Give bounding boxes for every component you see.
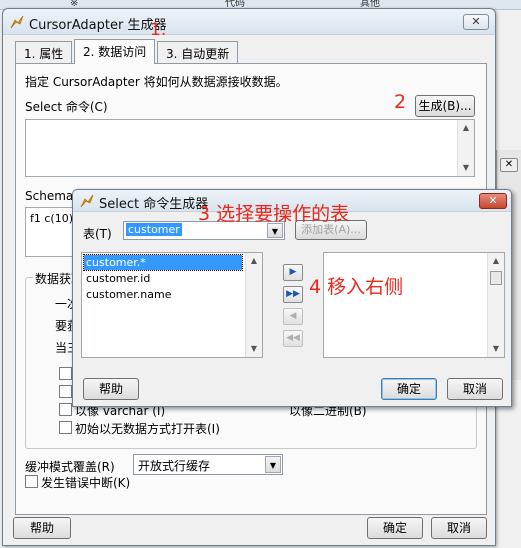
annotation-step-1: 1. (150, 20, 167, 40)
close-icon[interactable]: ✕ (463, 14, 489, 30)
field-listbox[interactable]: customer.* customer.id customer.name ▲ ▼ (81, 252, 263, 358)
tab-label: 1. 属性 (24, 47, 64, 61)
table-select-value: customer (126, 223, 182, 236)
schema-label: Schema (25, 189, 74, 203)
dialog-close-icon[interactable]: ✕ (479, 193, 507, 209)
list-item[interactable]: customer.id (84, 271, 150, 286)
tab-data-access[interactable]: 2. 数据访问 (74, 39, 156, 64)
annotation-step-3: 3 选择要操作的表 (198, 203, 350, 225)
scroll-up-icon[interactable]: ▲ (246, 253, 262, 269)
buffer-mode-value: 开放式行缓存 (138, 459, 211, 473)
dialog-title: Select 命令生成器 (99, 197, 209, 212)
table-label: 表(T) (83, 227, 112, 241)
schema-value: f1 c(10) (30, 212, 73, 225)
tab-label: 2. 数据访问 (83, 45, 147, 59)
buffer-mode-select[interactable]: 开放式行缓存 ▼ (133, 454, 283, 475)
move-right-button[interactable]: ▶ (283, 264, 303, 281)
tab-label: 3. 自动更新 (166, 47, 230, 61)
build-button[interactable]: 生成(B)... (415, 95, 475, 117)
scroll-up-icon[interactable]: ▲ (458, 120, 474, 136)
annotation-step-4: 4 移入右侧 (309, 276, 404, 298)
list-item[interactable]: customer.* (83, 254, 243, 271)
vertical-scrollbar[interactable]: ▲ ▼ (245, 253, 262, 357)
window-title: CursorAdapter 生成器 (29, 18, 167, 33)
scroll-thumb[interactable] (490, 271, 502, 285)
varchar-checkbox[interactable] (59, 403, 72, 416)
scroll-down-icon[interactable]: ▼ (458, 160, 474, 176)
title-bar: CursorAdapter 生成器 ✕ (3, 9, 495, 35)
instruction-text: 指定 CursorAdapter 将如何从数据源接收数据。 (25, 75, 288, 89)
help-button[interactable]: 帮助 (13, 517, 71, 539)
chevron-down-icon[interactable]: ▼ (265, 456, 281, 473)
move-all-right-button[interactable]: ▶▶ (283, 286, 303, 303)
option-checkbox[interactable] (59, 367, 72, 380)
vertical-scrollbar[interactable]: ▲ ▼ (457, 120, 474, 176)
list-item[interactable]: customer.name (84, 287, 171, 302)
annotation-step-2: 2 (394, 91, 407, 113)
fox-app-icon (80, 194, 94, 208)
select-command-label: Select 命令(C) (25, 100, 108, 114)
ok-button[interactable]: 确定 (367, 517, 423, 539)
scroll-up-icon[interactable]: ▲ (488, 253, 504, 269)
break-on-error-label: 发生错误中断(K) (41, 476, 131, 490)
selected-fields-listbox[interactable]: ▲ ▼ (323, 252, 505, 358)
move-all-left-button[interactable]: ◀◀ (283, 330, 303, 347)
dialog-cancel-button[interactable]: 取消 (447, 378, 503, 400)
cancel-button[interactable]: 取消 (431, 517, 487, 539)
dialog-ok-button[interactable]: 确定 (381, 378, 437, 400)
open-empty-checkbox[interactable] (59, 421, 72, 434)
dialog-help-button[interactable]: 帮助 (83, 378, 139, 400)
break-on-error-checkbox[interactable] (25, 475, 38, 488)
scroll-down-icon[interactable]: ▼ (488, 341, 504, 357)
move-left-button[interactable]: ◀ (283, 308, 303, 325)
select-command-textarea[interactable]: ▲ ▼ (25, 119, 475, 177)
fox-app-icon (10, 15, 24, 29)
vertical-scrollbar[interactable]: ▲ ▼ (487, 253, 504, 357)
option-checkbox[interactable] (59, 385, 72, 398)
background-close-icon[interactable]: ✕ (500, 158, 518, 172)
tab-auto-update[interactable]: 3. 自动更新 (157, 41, 239, 63)
buffer-mode-label: 缓冲模式覆盖(R) (25, 460, 115, 474)
open-empty-checkbox-label: 初始以无数据方式打开表(I) (75, 422, 220, 436)
tab-properties[interactable]: 1. 属性 (15, 41, 73, 63)
scroll-down-icon[interactable]: ▼ (246, 341, 262, 357)
